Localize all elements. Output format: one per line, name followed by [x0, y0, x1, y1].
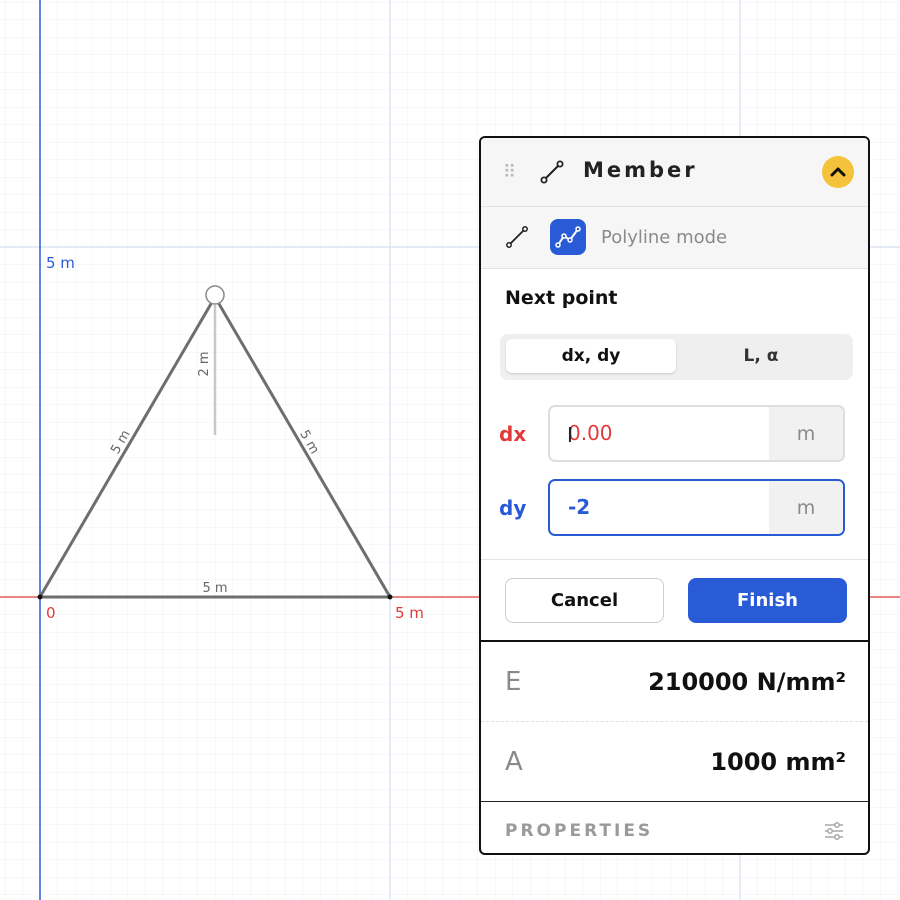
property-row-e[interactable]: E 210000 N/mm²	[481, 642, 868, 722]
cancel-button[interactable]: Cancel	[505, 578, 664, 623]
divider	[481, 801, 868, 802]
x-axis-label: 5 m	[395, 604, 424, 622]
line-mode-icon[interactable]	[505, 225, 529, 249]
property-value: 1000 mm²	[710, 748, 846, 776]
mode-label: Polyline mode	[601, 227, 728, 248]
node-origin[interactable]	[37, 594, 43, 600]
finish-button[interactable]: Finish	[688, 578, 847, 623]
polyline-mode-button[interactable]	[550, 219, 586, 255]
member-bottom-label: 5 m	[202, 581, 227, 596]
property-row-a[interactable]: A 1000 mm²	[481, 722, 868, 802]
chevron-up-icon	[830, 167, 846, 177]
text-cursor-icon: I	[567, 423, 573, 447]
preview-length-label: 2 m	[197, 351, 212, 376]
panel-header: ⠿ Member	[481, 138, 868, 207]
polyline-icon	[555, 226, 581, 248]
coordinate-mode-toggle: dx, dy L, α	[500, 334, 853, 380]
divider	[481, 559, 868, 560]
panel-title: Member	[583, 158, 698, 182]
dx-unit: m	[769, 407, 843, 460]
dx-input[interactable]: 0.00	[568, 407, 613, 460]
property-key: A	[505, 747, 523, 777]
drag-handle-icon[interactable]: ⠿	[503, 162, 516, 183]
property-value: 210000 N/mm²	[648, 668, 846, 696]
dy-field[interactable]: -2 m	[548, 479, 845, 536]
dy-unit: m	[769, 481, 843, 534]
collapse-button[interactable]	[822, 156, 854, 188]
dy-label: dy	[499, 496, 527, 520]
mode-row: Polyline mode	[481, 207, 868, 269]
origin-label: 0	[46, 604, 56, 622]
node-right[interactable]	[387, 594, 393, 600]
node-top[interactable]	[205, 285, 225, 305]
dx-label: dx	[499, 422, 527, 446]
member-panel: ⠿ Member Polyline mode Next point dx, dy…	[479, 136, 870, 855]
y-axis-label: 5 m	[46, 254, 75, 272]
tab-dx-dy[interactable]: dx, dy	[506, 339, 676, 373]
next-point-title: Next point	[505, 287, 618, 309]
member-icon	[540, 160, 564, 184]
dy-input[interactable]: -2	[568, 481, 590, 534]
tab-l-alpha[interactable]: L, α	[676, 339, 846, 373]
dx-field[interactable]: 0.00 I m	[548, 405, 845, 462]
property-key: E	[505, 667, 522, 697]
settings-sliders-icon[interactable]	[824, 821, 844, 841]
properties-footer-label[interactable]: PROPERTIES	[505, 821, 653, 841]
